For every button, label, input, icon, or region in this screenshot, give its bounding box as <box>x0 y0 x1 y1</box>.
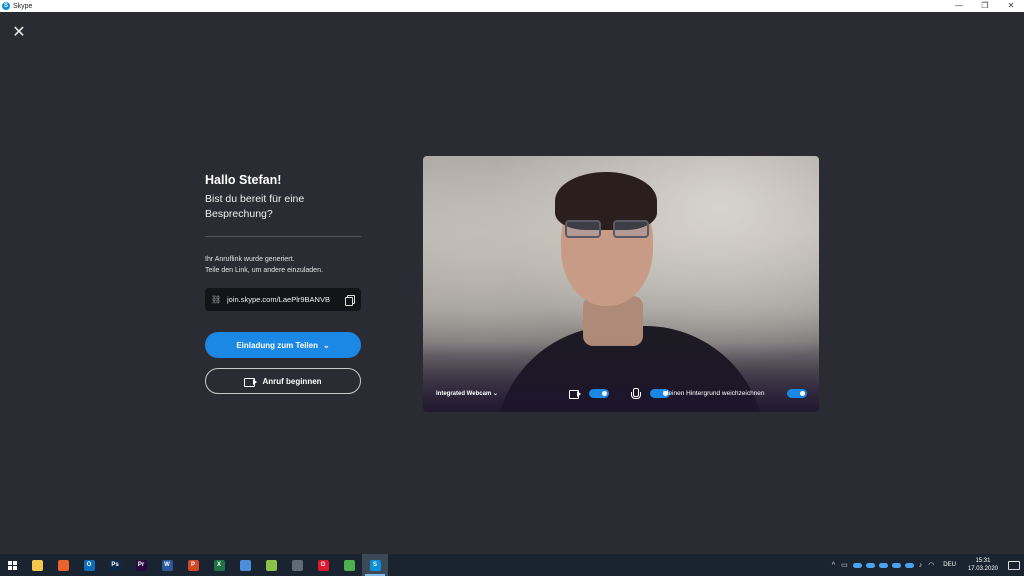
clock[interactable]: 15:31 17.03.2020 <box>968 557 998 573</box>
chevron-down-icon: ⌄ <box>492 391 498 397</box>
taskbar-app-word[interactable]: W <box>154 554 180 576</box>
taskbar-app-skype[interactable]: S <box>362 554 388 576</box>
background-blur-toggle[interactable] <box>787 389 807 398</box>
calculator-icon <box>291 559 303 571</box>
greeting-title: Hallo Stefan! <box>205 173 282 187</box>
windows-taskbar: O Ps Pr W P X O S ^ ▭ ♪ ◠ DEU 15:31 17.03.2020 <box>0 554 1024 576</box>
meeting-question: Bist du bereit für eine Besprechung? <box>205 193 305 220</box>
meeting-panel: Hallo Stefan! Bist du bereit für eine Be… <box>205 172 361 394</box>
onedrive-icon-2[interactable] <box>865 562 875 568</box>
firefox-icon <box>57 559 69 571</box>
minimize-button[interactable]: — <box>946 0 972 12</box>
window-close-button[interactable]: ✕ <box>998 0 1024 12</box>
camera-select-label: Integrated Webcam <box>436 391 492 397</box>
taskbar-app-notepad[interactable] <box>258 554 284 576</box>
chevron-down-icon: ⌄ <box>322 340 330 350</box>
start-call-label: Anruf beginnen <box>262 376 322 386</box>
microphone-icon <box>631 388 641 400</box>
camera-preview: Integrated Webcam ⌄ Meinen Hintergrund w… <box>423 156 819 412</box>
window-controls: — ❐ ✕ <box>946 0 1024 12</box>
taskbar-app-snipping[interactable] <box>232 554 258 576</box>
link-info-line-2: Teile den Link, um andere einzuladen. <box>205 267 323 274</box>
close-icon[interactable]: ✕ <box>12 25 26 41</box>
taskbar-app-opera[interactable]: O <box>310 554 336 576</box>
chrome-icon <box>343 559 355 571</box>
start-call-button[interactable]: Anruf beginnen <box>205 368 361 394</box>
window-title-bar: S Skype — ❐ ✕ <box>0 0 1024 12</box>
taskbar-app-premiere[interactable]: Pr <box>128 554 154 576</box>
call-link-box[interactable]: ⛓ join.skype.com/LaePlr9BANVB <box>205 288 361 311</box>
video-camera-icon <box>569 389 581 399</box>
taskbar-app-outlook[interactable]: O <box>76 554 102 576</box>
taskbar-app-photoshop[interactable]: Ps <box>102 554 128 576</box>
glasses-lens-right <box>613 220 649 238</box>
start-button[interactable] <box>0 554 24 576</box>
video-call-icon <box>244 377 258 387</box>
copy-icon[interactable] <box>345 294 355 306</box>
volume-icon[interactable]: ♪ <box>919 562 923 569</box>
tray-overflow-icon[interactable]: ^ <box>832 562 835 569</box>
taskbar-app-calculator[interactable] <box>284 554 310 576</box>
divider <box>205 236 361 237</box>
onedrive-icon-4[interactable] <box>891 562 901 568</box>
notification-icon[interactable] <box>1008 560 1020 570</box>
onedrive-icon-3[interactable] <box>878 562 888 568</box>
video-toggle[interactable] <box>589 389 609 398</box>
notepad-icon <box>265 559 277 571</box>
taskbar-app-chrome[interactable] <box>336 554 362 576</box>
taskbar-app-excel[interactable]: X <box>206 554 232 576</box>
battery-icon[interactable]: ▭ <box>841 561 848 569</box>
premiere-icon: Pr <box>135 559 147 571</box>
restore-button[interactable]: ❐ <box>972 0 998 12</box>
preview-glasses <box>565 220 649 240</box>
taskbar-app-firefox[interactable] <box>50 554 76 576</box>
share-invite-button[interactable]: Einladung zum Teilen ⌄ <box>205 332 361 358</box>
snipping-icon <box>239 559 251 571</box>
taskbar-app-powerpoint[interactable]: P <box>180 554 206 576</box>
preview-controls: Integrated Webcam ⌄ Meinen Hintergrund w… <box>423 386 819 402</box>
onedrive-icon-5[interactable] <box>904 562 914 568</box>
excel-icon: X <box>213 559 225 571</box>
camera-select-dropdown[interactable]: Integrated Webcam ⌄ <box>436 390 498 397</box>
system-tray: ^ ▭ ♪ ◠ DEU 15:31 17.03.2020 <box>829 554 1024 576</box>
link-info: Ihr Anruflink wurde generiert. Teile den… <box>205 254 361 276</box>
language-indicator[interactable]: DEU <box>943 562 956 568</box>
outlook-icon: O <box>83 559 95 571</box>
windows-logo-icon <box>7 560 17 570</box>
photoshop-icon: Ps <box>109 559 121 571</box>
wifi-icon[interactable]: ◠ <box>928 561 934 569</box>
window-title: Skype <box>13 2 33 10</box>
word-icon: W <box>161 559 173 571</box>
link-info-line-1: Ihr Anruflink wurde generiert. <box>205 256 295 263</box>
glasses-lens-left <box>565 220 601 238</box>
call-link-text[interactable]: join.skype.com/LaePlr9BANVB <box>227 295 345 304</box>
taskbar-app-file-explorer[interactable] <box>24 554 50 576</box>
onedrive-icon[interactable] <box>852 562 862 568</box>
opera-icon: O <box>317 559 329 571</box>
powerpoint-icon: P <box>187 559 199 571</box>
share-invite-label: Einladung zum Teilen <box>236 340 318 350</box>
file-explorer-icon <box>31 559 43 571</box>
clock-time: 15:31 <box>975 558 991 564</box>
clock-date: 17.03.2020 <box>967 566 998 572</box>
taskbar-apps: O Ps Pr W P X O S <box>24 554 388 576</box>
skype-icon: S <box>369 559 381 571</box>
background-blur-label: Meinen Hintergrund weichzeichnen <box>663 390 765 397</box>
skype-logo-icon: S <box>2 2 10 10</box>
link-icon: ⛓ <box>211 295 222 304</box>
